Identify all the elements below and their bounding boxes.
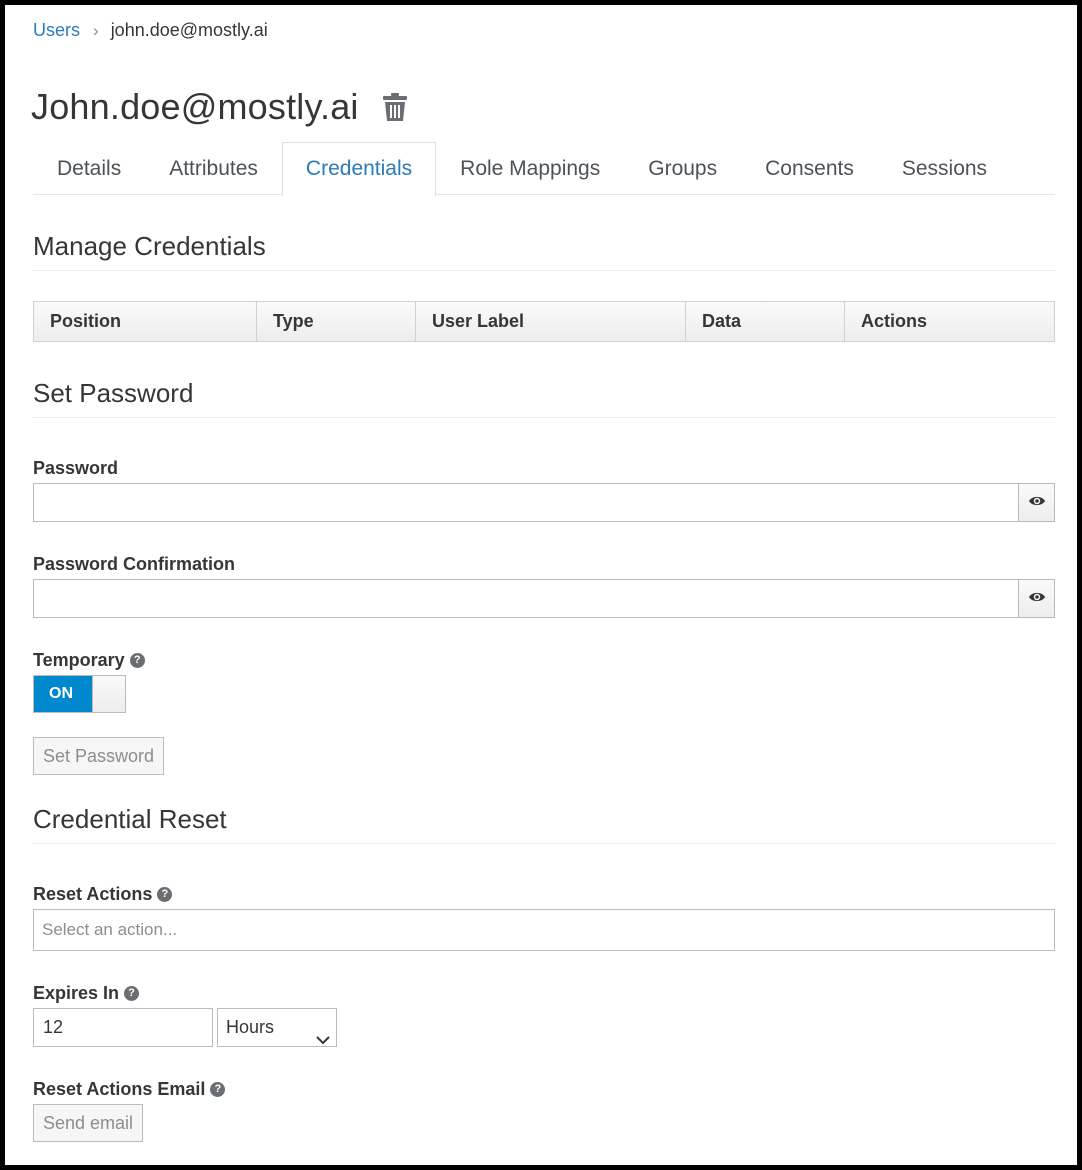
breadcrumb-users-link[interactable]: Users: [33, 20, 80, 41]
column-user-label[interactable]: User Label: [416, 302, 686, 341]
tab-consents[interactable]: Consents: [741, 142, 878, 195]
manage-credentials-title: Manage Credentials: [33, 231, 1055, 271]
eye-icon: [1028, 494, 1046, 512]
expires-in-input[interactable]: 12: [33, 1008, 213, 1047]
expires-unit-value: Hours: [226, 1017, 275, 1037]
show-confirmation-button[interactable]: [1018, 579, 1055, 618]
column-actions[interactable]: Actions: [845, 302, 1054, 341]
help-icon[interactable]: ?: [210, 1082, 226, 1097]
toggle-on-label: ON: [34, 676, 92, 712]
column-type[interactable]: Type: [257, 302, 416, 341]
send-email-button[interactable]: Send email: [33, 1104, 144, 1142]
tab-groups[interactable]: Groups: [624, 142, 741, 195]
trash-icon[interactable]: [382, 93, 407, 121]
tab-details[interactable]: Details: [33, 142, 145, 195]
tab-sessions[interactable]: Sessions: [878, 142, 1011, 195]
expires-in-label: Expires In ?: [33, 983, 140, 1004]
column-position[interactable]: Position: [34, 302, 257, 341]
reset-actions-email-label-text: Reset Actions Email: [33, 1079, 206, 1099]
chevron-down-icon: [316, 1021, 330, 1058]
reset-actions-label-text: Reset Actions: [33, 884, 153, 904]
expires-unit-select[interactable]: Hours: [217, 1008, 337, 1047]
help-icon[interactable]: ?: [124, 986, 140, 1001]
credentials-table-header: Position Type User Label Data Actions: [33, 301, 1055, 342]
set-password-title: Set Password: [33, 378, 1055, 418]
password-field[interactable]: [33, 483, 1018, 522]
reset-actions-email-label: Reset Actions Email ?: [33, 1079, 226, 1100]
reset-actions-select[interactable]: Select an action...: [33, 909, 1055, 951]
set-password-button[interactable]: Set Password: [33, 737, 165, 775]
page-title: John.doe@mostly.ai: [31, 86, 359, 127]
eye-icon: [1028, 590, 1046, 608]
password-confirmation-field[interactable]: [33, 579, 1018, 618]
password-confirmation-label-text: Password Confirmation: [33, 554, 236, 574]
tab-credentials[interactable]: Credentials: [281, 142, 437, 196]
breadcrumb-separator: ›: [93, 20, 99, 40]
show-password-button[interactable]: [1018, 483, 1055, 522]
help-icon[interactable]: ?: [157, 887, 173, 902]
tab-role-mappings[interactable]: Role Mappings: [436, 142, 624, 195]
password-confirmation-label: Password Confirmation: [33, 554, 235, 575]
help-icon[interactable]: ?: [129, 653, 145, 668]
user-tabs: Details Attributes Credentials Role Mapp…: [33, 142, 1055, 196]
breadcrumb: Users › john.doe@mostly.ai: [33, 20, 268, 41]
toggle-knob: [92, 676, 125, 712]
temporary-label-text: Temporary: [33, 650, 125, 670]
column-data[interactable]: Data: [686, 302, 845, 341]
expires-in-label-text: Expires In: [33, 983, 120, 1003]
tab-attributes[interactable]: Attributes: [145, 142, 282, 195]
password-label-text: Password: [33, 458, 119, 478]
temporary-label: Temporary ?: [33, 650, 145, 671]
reset-actions-label: Reset Actions ?: [33, 884, 173, 905]
credential-reset-title: Credential Reset: [33, 804, 1055, 844]
password-label: Password: [33, 458, 118, 479]
temporary-toggle[interactable]: ON: [33, 675, 126, 713]
page-header: John.doe@mostly.ai: [31, 86, 407, 128]
breadcrumb-current: john.doe@mostly.ai: [110, 20, 268, 40]
